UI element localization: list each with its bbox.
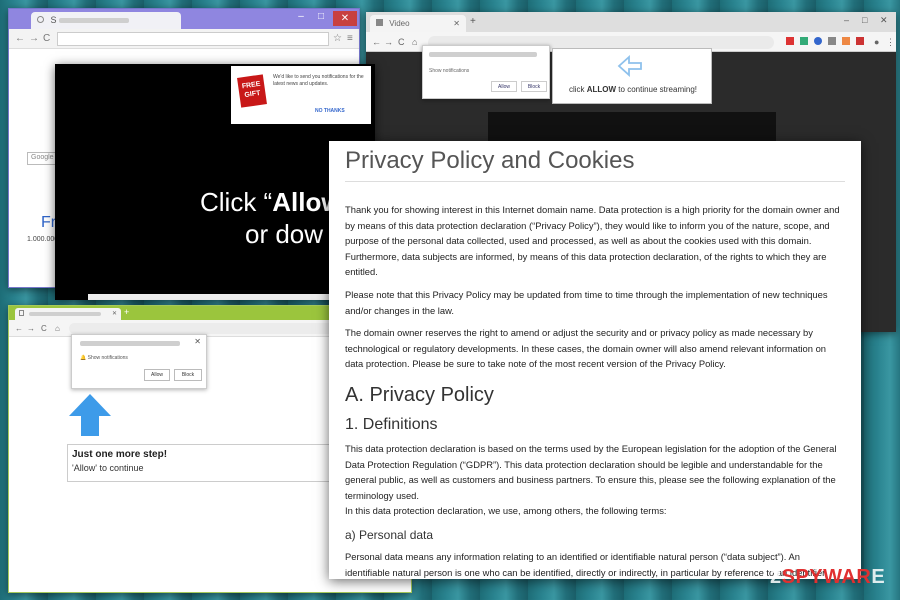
browser-tab[interactable]: Video ✕ (370, 15, 466, 32)
browser-tab[interactable]: S (31, 12, 181, 29)
address-toolbar: ← → C ☆ ≡ (9, 29, 359, 49)
definitions-text: This data protection declaration is base… (345, 442, 837, 501)
page-icon (19, 310, 24, 316)
watermark-highlight: SPYWAR (781, 566, 872, 588)
address-bar[interactable] (57, 32, 329, 46)
prompt-suffix: to continue streaming! (616, 85, 698, 94)
step-title: Just one more step! (72, 449, 168, 460)
fullscreen-click-allow-page: Click “Allow or dow FREE GIFT We'd like … (55, 64, 375, 300)
intro-paragraph: Thank you for showing interest in this I… (345, 204, 840, 278)
reload-icon[interactable]: C (43, 33, 50, 44)
extension-icon[interactable] (828, 37, 836, 45)
privacy-policy-page: Privacy Policy and Cookies Thank you for… (329, 141, 861, 579)
forward-icon[interactable]: → (29, 33, 39, 44)
back-icon[interactable]: ← (15, 324, 23, 333)
counter-text: 1.000.000 (27, 236, 59, 243)
close-icon[interactable]: ✕ (333, 11, 357, 26)
home-icon[interactable]: ⌂ (412, 37, 417, 47)
notification-prompt: Show notifications Allow Block (422, 45, 550, 99)
headline-line-two: or dow (245, 219, 324, 249)
watermark-prefix: 2 (770, 566, 782, 588)
block-button[interactable]: Block (174, 369, 202, 381)
notification-label-text: Show notifications (87, 355, 128, 361)
tab-close-icon[interactable]: ✕ (453, 19, 460, 28)
watermark-suffix: E (871, 566, 886, 588)
arrow-up-icon (69, 394, 111, 436)
arrow-left-icon (617, 55, 642, 77)
new-tab-icon[interactable]: + (470, 16, 476, 27)
allow-instruction-box: click ALLOW to continue streaming! (552, 48, 712, 104)
reload-icon[interactable]: C (41, 324, 47, 333)
extension-icon[interactable] (856, 37, 864, 45)
no-thanks-button[interactable]: NO THANKS (315, 108, 345, 114)
page-icon (376, 19, 383, 26)
term-heading: a) Personal data (345, 527, 434, 542)
update-paragraph: Please note that this Privacy Policy may… (345, 288, 828, 316)
minimize-icon[interactable]: – (844, 15, 849, 25)
definitions-text-2: In this data protection declaration, we … (345, 505, 667, 517)
tab-bar: S – □ ✕ (9, 9, 359, 29)
click-allow-headline: Click “Allow (200, 187, 342, 218)
step-subtitle: 'Allow' to continue (72, 463, 144, 473)
extension-icon[interactable] (786, 37, 794, 45)
blurred-text (28, 312, 101, 317)
tab-close-icon[interactable]: ✕ (112, 310, 117, 317)
next-step-box: Just one more step! 'Allow' to continue (67, 444, 351, 482)
forward-icon[interactable]: → (27, 324, 35, 333)
gift-notification-popup: FREE GIFT We'd like to send you notifica… (231, 66, 371, 124)
close-icon[interactable]: ✕ (880, 15, 888, 26)
tab-title: S (50, 15, 57, 25)
globe-icon (37, 16, 44, 23)
browser-tab[interactable]: ✕ (15, 308, 121, 320)
extension-icon[interactable] (800, 37, 808, 45)
close-icon[interactable]: ✕ (194, 337, 201, 346)
home-icon[interactable]: ⌂ (55, 324, 60, 333)
reload-icon[interactable]: C (398, 37, 405, 47)
extension-icon[interactable] (842, 37, 850, 45)
amend-paragraph: The domain owner reserves the right to a… (345, 327, 826, 370)
menu-icon[interactable]: ⋮ (886, 37, 895, 48)
menu-icon[interactable]: ≡ (347, 33, 353, 44)
bookmark-star-icon[interactable]: ☆ (333, 33, 342, 44)
extension-icon[interactable] (814, 37, 822, 45)
minimize-icon[interactable]: – (291, 11, 311, 22)
prompt-emphasis: ALLOW (586, 85, 617, 94)
maximize-icon[interactable]: □ (311, 11, 331, 22)
prompt-prefix: click (568, 85, 587, 94)
allow-button[interactable]: Allow (144, 369, 170, 381)
account-icon[interactable]: ● (874, 37, 879, 47)
allow-button[interactable]: Allow (491, 81, 517, 92)
blurred-text (80, 341, 180, 346)
allow-instruction-text: click ALLOW to continue streaming! (553, 85, 713, 94)
section-heading: A. Privacy Policy (345, 383, 494, 406)
headline-prefix: Click “ (200, 187, 273, 217)
watermark-logo: 2SPYWARE (770, 566, 885, 589)
back-icon[interactable]: ← (372, 37, 381, 47)
definitions-paragraph: This data protection declaration is base… (345, 441, 845, 519)
page-title: Privacy Policy and Cookies (345, 147, 845, 182)
blurred-text (429, 52, 537, 57)
notification-label: Show notifications (429, 68, 470, 74)
gift-badge: FREE GIFT (237, 74, 267, 108)
notification-label: 🔔 Show notifications (80, 355, 128, 361)
notification-prompt: ✕ 🔔 Show notifications Allow Block (71, 334, 207, 389)
gift-message: We'd like to send you notifications for … (273, 74, 364, 87)
tab-title: Video (389, 19, 410, 28)
block-button[interactable]: Block (521, 81, 547, 92)
blurred-text (59, 18, 130, 24)
back-icon[interactable]: ← (15, 33, 25, 44)
maximize-icon[interactable]: □ (862, 15, 867, 25)
page-headline: Fr (41, 214, 57, 231)
new-tab-icon[interactable]: + (124, 307, 129, 317)
forward-icon[interactable]: → (384, 37, 393, 47)
tab-bar: Video ✕ + – □ ✕ (366, 12, 896, 32)
subsection-heading: 1. Definitions (345, 415, 438, 433)
